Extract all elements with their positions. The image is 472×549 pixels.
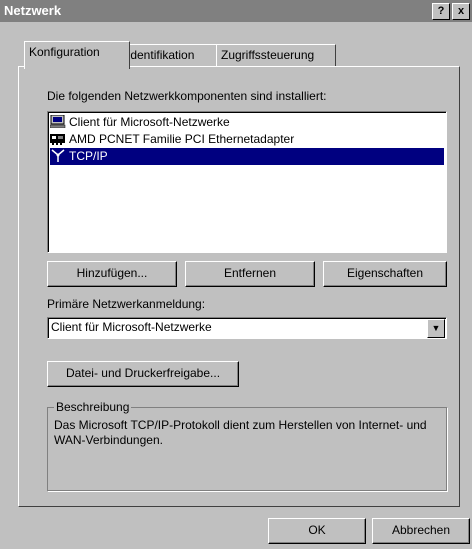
window-title: Netzwerk — [4, 3, 62, 18]
add-button[interactable]: Hinzufügen... — [47, 261, 177, 287]
tab-label: Identifikation — [127, 48, 195, 62]
network-client-icon — [49, 114, 66, 129]
properties-button[interactable]: Eigenschaften — [323, 261, 447, 287]
network-adapter-icon — [50, 132, 66, 145]
file-print-sharing-label: Datei- und Druckerfreigabe... — [65, 366, 221, 380]
primary-logon-value: Client für Microsoft-Netzwerke — [51, 320, 212, 334]
remove-button[interactable]: Entfernen — [185, 261, 315, 287]
description-title: Beschreibung — [54, 400, 132, 414]
help-button[interactable]: ? — [432, 3, 450, 20]
list-item-label: TCP/IP — [69, 149, 108, 163]
network-dialog: Netzwerk ? x Konfiguration Identifikatio… — [0, 0, 472, 549]
tab-identifikation[interactable]: Identifikation — [122, 44, 218, 67]
list-item-selected[interactable]: TCP/IP — [50, 148, 444, 165]
chevron-down-icon[interactable]: ▼ — [427, 319, 445, 338]
list-item[interactable]: AMD PCNET Familie PCI Ethernetadapter — [50, 131, 294, 148]
tab-konfiguration[interactable]: Konfiguration — [24, 41, 130, 69]
tab-zugriffssteuerung[interactable]: Zugriffssteuerung — [216, 44, 336, 67]
components-label: Die folgenden Netzwerkkomponenten sind i… — [47, 89, 327, 103]
close-button[interactable]: x — [452, 3, 470, 20]
cancel-button[interactable]: Abbrechen — [372, 518, 470, 544]
tab-label: Zugriffssteuerung — [221, 48, 315, 62]
cancel-button-label: Abbrechen — [391, 523, 451, 537]
protocol-icon — [50, 149, 66, 162]
properties-button-label: Eigenschaften — [346, 266, 424, 280]
add-button-label: Hinzufügen... — [76, 266, 148, 280]
file-print-sharing-button[interactable]: Datei- und Druckerfreigabe... — [47, 361, 239, 387]
title-bar: Netzwerk ? x — [0, 0, 472, 22]
description-text: Das Microsoft TCP/IP-Protokoll dient zum… — [54, 418, 427, 447]
tab-label: Konfiguration — [29, 45, 100, 59]
components-list[interactable]: Client für Microsoft-Netzwerke AMD PCNET… — [47, 111, 447, 253]
primary-logon-select[interactable]: Client für Microsoft-Netzwerke ▼ — [47, 317, 447, 339]
list-item-label: Client für Microsoft-Netzwerke — [69, 115, 230, 129]
konfiguration-panel: Die folgenden Netzwerkkomponenten sind i… — [18, 66, 460, 507]
remove-button-label: Entfernen — [223, 266, 277, 280]
ok-button-label: OK — [308, 523, 326, 537]
list-item[interactable]: Client für Microsoft-Netzwerke — [49, 114, 230, 131]
list-item-label: AMD PCNET Familie PCI Ethernetadapter — [69, 132, 295, 146]
description-group: Beschreibung Das Microsoft TCP/IP-Protok… — [47, 400, 447, 491]
primary-logon-label: Primäre Netzwerkanmeldung: — [47, 297, 206, 311]
ok-button[interactable]: OK — [268, 518, 366, 544]
